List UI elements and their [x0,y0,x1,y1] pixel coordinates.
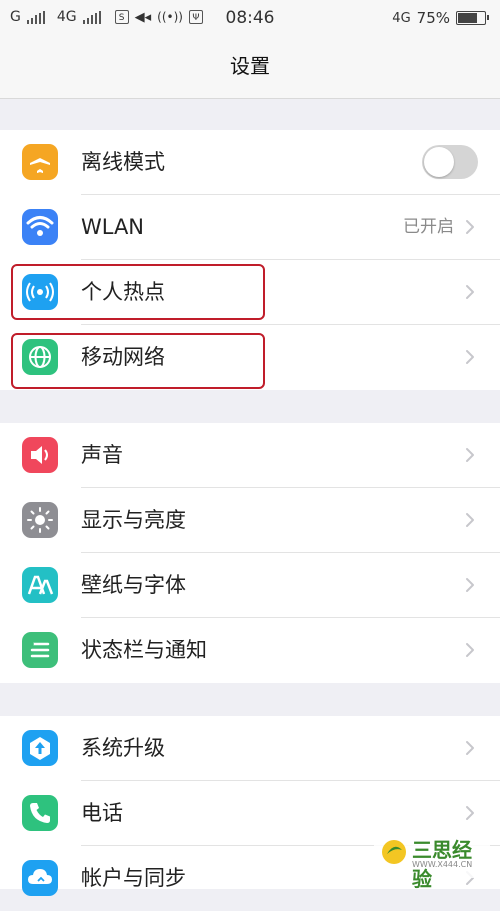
chevron-right-icon [466,350,474,364]
status-bar: G 4G S ◀◂ ((•)) Ψ 08:46 4G 75% [0,0,500,34]
setting-row-list[interactable]: 状态栏与通知 [0,618,500,683]
update-icon [22,730,58,766]
display-settings-group: 声音显示与亮度壁纸与字体状态栏与通知 [0,423,500,683]
wifi-icon [22,209,58,245]
chevron-right-icon [466,578,474,592]
chevron-right-icon [466,741,474,755]
setting-label: 系统升级 [81,736,165,760]
chevron-right-icon [466,643,474,657]
setting-label: 电话 [81,801,123,825]
setting-label: WLAN [81,215,145,239]
setting-row-update[interactable]: 系统升级 [0,716,500,781]
battery-icon [456,11,489,25]
chevron-right-icon [466,513,474,527]
chevron-right-icon [466,806,474,820]
airplane-mode-toggle[interactable] [422,145,478,179]
setting-label: 显示与亮度 [81,508,186,532]
setting-row-wifi[interactable]: WLAN 已开启 [0,195,500,260]
setting-row-airplane[interactable]: 离线模式 [0,130,500,195]
setting-row-font[interactable]: 壁纸与字体 [0,553,500,618]
chevron-right-icon [466,285,474,299]
setting-row-speaker[interactable]: 声音 [0,423,500,488]
sun-icon [22,502,58,538]
toggle-knob [424,147,454,177]
font-icon [22,567,58,603]
battery-percent: 75% [416,9,450,27]
watermark: 三思经验 WWW.X444.CN [374,828,490,891]
chevron-right-icon [466,220,474,234]
setting-row-sun[interactable]: 显示与亮度 [0,488,500,553]
phone-icon [22,795,58,831]
speaker-icon [22,437,58,473]
setting-label: 帐户与同步 [81,866,186,890]
status-right: 4G 75% [392,9,489,27]
setting-label: 壁纸与字体 [81,573,186,597]
watermark-site: WWW.X444.CN [412,860,473,869]
watermark-logo-icon [382,840,406,864]
hotspot-highlight [11,264,265,320]
list-icon [22,632,58,668]
page-title: 设置 [0,34,500,99]
setting-label: 离线模式 [81,150,165,174]
chevron-right-icon [466,448,474,462]
network-type: 4G [392,10,411,26]
setting-value: 已开启 [403,217,454,237]
setting-label: 声音 [81,443,123,467]
mobile-network-highlight [11,333,265,389]
cloud-icon [22,860,58,896]
setting-label: 状态栏与通知 [81,638,207,662]
airplane-icon [22,144,58,180]
